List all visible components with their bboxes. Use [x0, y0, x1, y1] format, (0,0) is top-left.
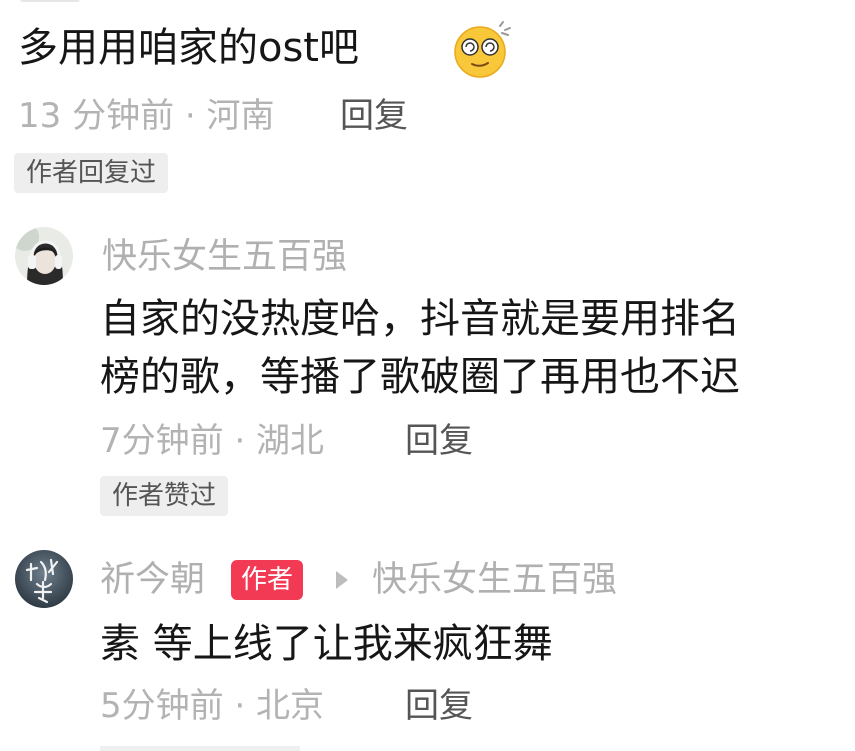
author-liked-badge: 作者赞过 [100, 476, 229, 516]
comment-time-location: 13 分钟前 · 河南 [18, 96, 275, 136]
author-avatar-calligraphy-icon[interactable] [15, 550, 73, 608]
comment-text: 素 等上线了让我来疯狂舞 [100, 621, 553, 667]
comment-text-line-1: 自家的没热度哈，抖音就是要用排名 [100, 296, 740, 342]
comment-text: 多用用咱家的ost吧 [18, 25, 359, 71]
comment-item-top: 多用用咱家的ost吧 13 分钟前 · 河南 回复 作者回复过 [0, 0, 855, 200]
reply-to-arrow-icon [336, 571, 348, 589]
comment-time-location: 7分钟前 · 湖北 [100, 421, 325, 461]
next-comment-cropped [100, 746, 300, 751]
reply-button[interactable]: 回复 [405, 686, 473, 726]
username[interactable]: 祈今朝 [100, 558, 205, 602]
dizzy-face-emoji-icon [452, 20, 512, 80]
comment-item: 快乐女生五百强 自家的没热度哈，抖音就是要用排名 榜的歌，等播了歌破圈了再用也不… [0, 215, 855, 525]
comment-text-line-2: 榜的歌，等播了歌破圈了再用也不迟 [100, 354, 740, 400]
reply-to-username[interactable]: 快乐女生五百强 [372, 558, 617, 602]
top-cropped-line [20, 0, 80, 2]
reply-button[interactable]: 回复 [340, 96, 408, 136]
comment-item: 祈今朝 作者 快乐女生五百强 素 等上线了让我来疯狂舞 5分钟前 · 北京 回复 [0, 540, 855, 751]
author-badge: 作者 [231, 560, 304, 600]
author-replied-badge: 作者回复过 [14, 153, 169, 193]
reply-button[interactable]: 回复 [405, 421, 473, 461]
username[interactable]: 快乐女生五百强 [102, 235, 347, 279]
comment-time-location: 5分钟前 · 北京 [100, 686, 325, 726]
user-avatar-headphones-icon[interactable] [15, 227, 73, 285]
